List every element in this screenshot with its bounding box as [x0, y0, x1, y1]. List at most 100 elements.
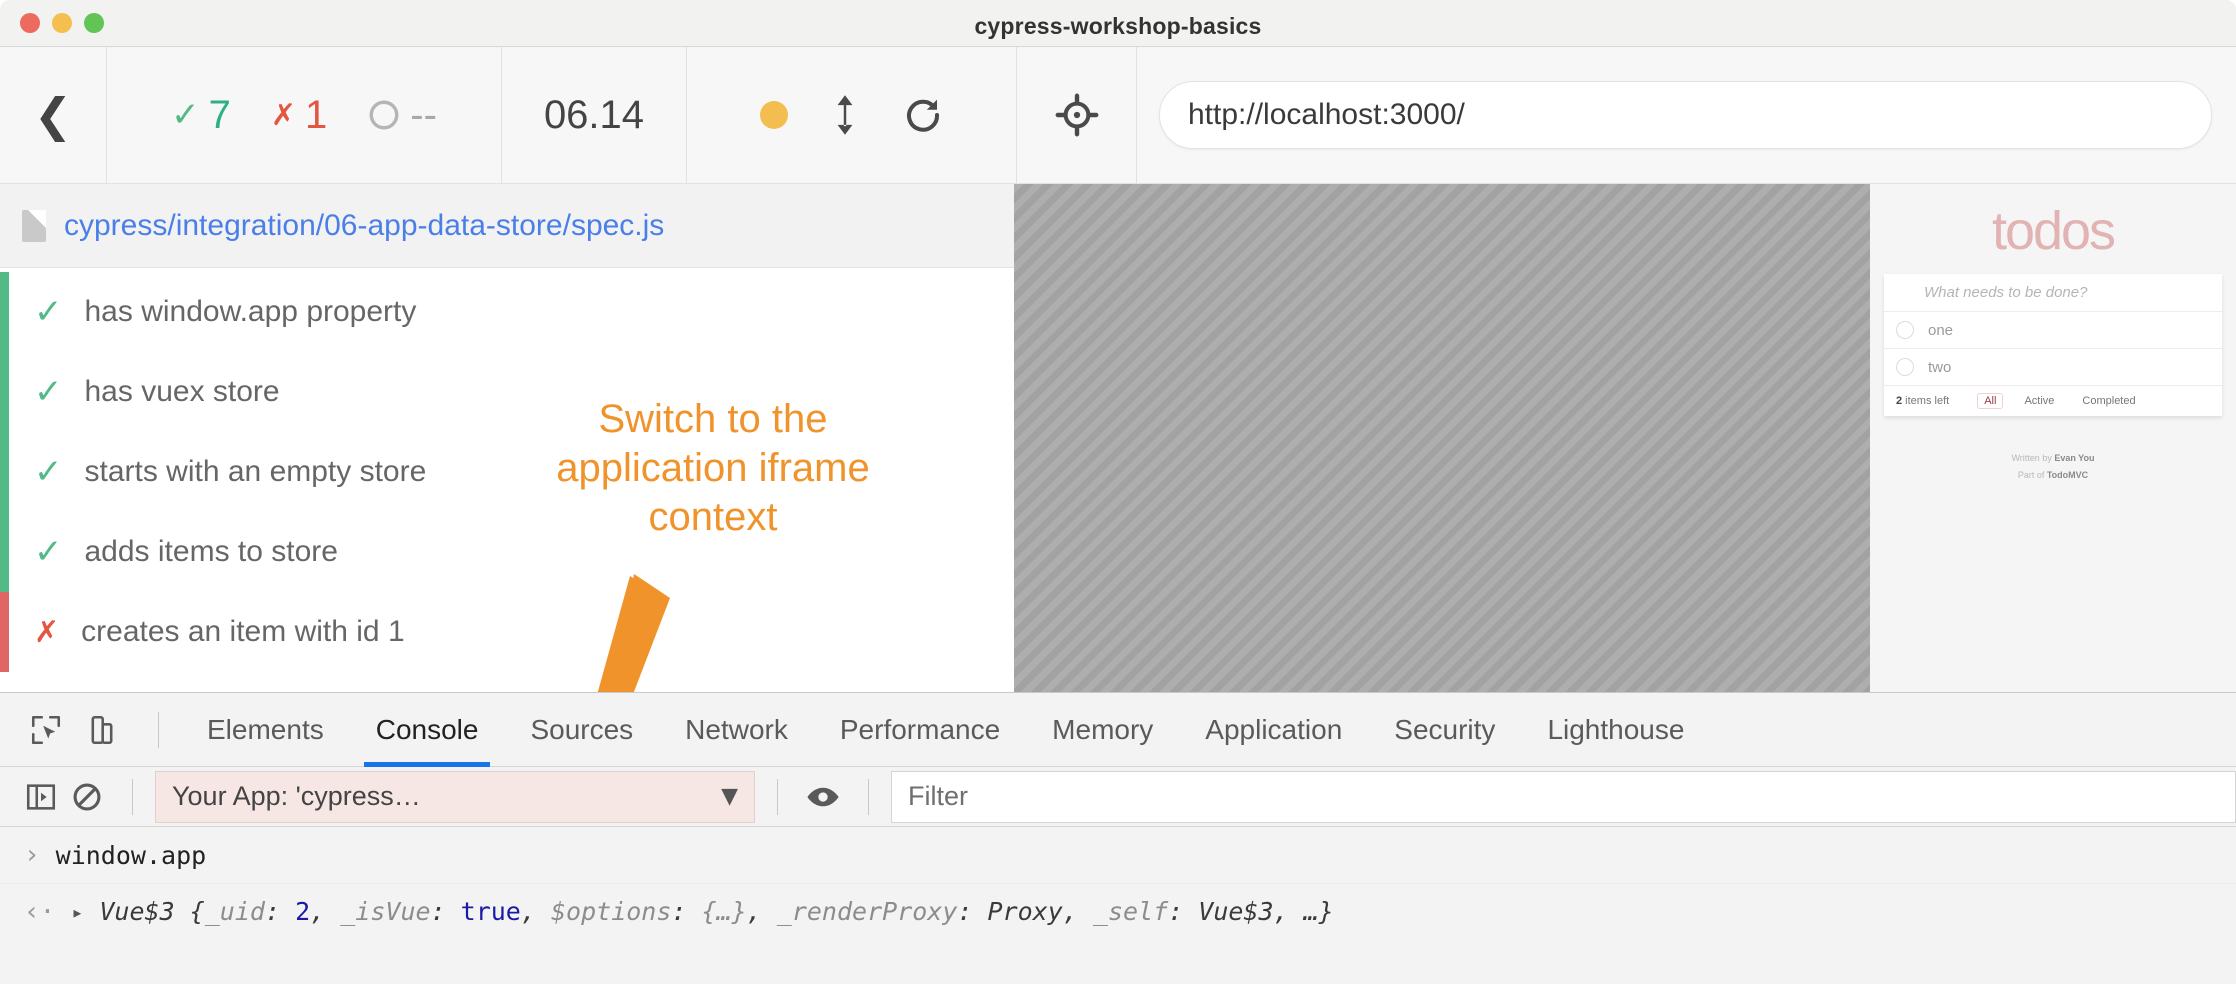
chevron-left-icon: ❮	[33, 88, 73, 142]
console-input-line[interactable]: › window.app	[0, 827, 2236, 883]
credit-written-by: Written by Evan You	[1870, 450, 2236, 467]
result-key-5: _self	[1092, 897, 1169, 926]
todo-count: 2 items left	[1896, 395, 1949, 407]
test-row[interactable]: ✓ has vuex store	[0, 352, 1014, 432]
result-key-3: $options	[550, 897, 672, 926]
vertical-arrows-icon[interactable]	[830, 94, 860, 136]
test-title: has window.app property	[84, 295, 417, 328]
spec-header[interactable]: cypress/integration/06-app-data-store/sp…	[0, 184, 1014, 268]
failed-stat: ✗ 1	[251, 93, 347, 138]
devtools-panel: Elements Console Sources Network Perform…	[0, 692, 2236, 984]
check-icon: ✓	[34, 372, 63, 412]
test-list: ✓ has window.app property ✓ has vuex sto…	[0, 268, 1014, 672]
run-timer: 06.14	[502, 47, 687, 183]
test-stats: ✓ 7 ✗ 1 --	[107, 47, 502, 183]
test-title: creates an item with id 1	[81, 615, 405, 648]
toggle-todo-checkbox[interactable]	[1896, 358, 1914, 376]
todo-list-item[interactable]: two	[1884, 349, 2222, 386]
result-val-1: 2	[295, 897, 311, 926]
back-to-tests-button[interactable]: ❮	[0, 47, 107, 183]
test-row[interactable]: ✓ adds items to store	[0, 512, 1014, 592]
reload-icon[interactable]	[902, 94, 944, 136]
window-title: cypress-workshop-basics	[974, 13, 1262, 39]
inspect-element-icon[interactable]	[24, 708, 68, 752]
tab-application[interactable]: Application	[1179, 693, 1368, 767]
console-result-value: Vue$3 {_uid: 2, _isVue: true, $options: …	[99, 897, 1334, 926]
tab-network[interactable]: Network	[659, 693, 814, 767]
console-context-value: Your App: 'cypress…	[172, 781, 421, 811]
credit-part-prefix: Part of	[2017, 470, 2047, 481]
credit-author-name: Evan You	[2054, 453, 2095, 463]
todos-heading: todos	[1991, 201, 2116, 261]
test-reporter-panel: cypress/integration/06-app-data-store/sp…	[0, 184, 1014, 692]
credit-written-prefix: Written by	[2011, 453, 2055, 463]
test-row[interactable]: ✗ creates an item with id 1	[0, 592, 1014, 672]
tab-sources[interactable]: Sources	[504, 693, 659, 767]
console-toolbar-divider-2	[777, 778, 778, 815]
filter-completed[interactable]: Completed	[2075, 393, 2142, 409]
passed-count: 7	[208, 92, 231, 137]
tab-elements[interactable]: Elements	[181, 693, 350, 767]
console-sidebar-icon[interactable]	[18, 774, 64, 820]
result-key-2: _isVue	[340, 897, 431, 926]
todomvc-app: todos What needs to be done? one two 2 i…	[1870, 184, 2236, 692]
console-output: › window.app ‹· ▸ Vue$3 {_uid: 2, _isVue…	[0, 827, 2236, 939]
failed-count: 1	[305, 92, 328, 137]
result-key-1: _uid	[204, 897, 265, 926]
console-toolbar: Your App: 'cypress… ▼ Filter	[0, 767, 2236, 827]
todo-filters: All Active Completed	[1977, 393, 2142, 409]
check-icon: ✓	[34, 452, 63, 492]
new-todo-input[interactable]: What needs to be done?	[1884, 274, 2222, 312]
result-val-5: Vue$3	[1198, 897, 1274, 926]
status-bar	[0, 272, 9, 352]
console-command: window.app	[55, 840, 207, 870]
orange-dot-icon[interactable]	[759, 101, 788, 129]
pending-stat: --	[347, 93, 457, 138]
url-bar-container: http://localhost:3000/	[1137, 47, 2236, 183]
status-bar	[0, 512, 9, 592]
result-val-2: true	[460, 897, 521, 926]
devtools-tab-bar: Elements Console Sources Network Perform…	[0, 693, 2236, 767]
todo-count-suffix: items left	[1902, 395, 1950, 407]
tab-performance[interactable]: Performance	[814, 693, 1026, 767]
todo-label: one	[1928, 321, 1954, 339]
test-row[interactable]: ✓ has window.app property	[0, 272, 1014, 352]
test-row[interactable]: ✓ starts with an empty store	[0, 432, 1014, 512]
check-icon: ✓	[171, 95, 200, 135]
test-title: starts with an empty store	[84, 455, 427, 488]
filter-all[interactable]: All	[1977, 393, 2004, 409]
result-open-brace: {	[174, 897, 205, 926]
filter-active[interactable]: Active	[2017, 393, 2061, 409]
tab-console[interactable]: Console	[350, 693, 505, 767]
window-title-bar: cypress-workshop-basics	[0, 0, 2236, 47]
crosshair-target-icon	[1055, 93, 1098, 137]
clear-console-icon[interactable]	[64, 774, 110, 820]
expand-object-icon[interactable]: ▸	[71, 900, 83, 924]
tab-security[interactable]: Security	[1368, 693, 1521, 767]
credit-project-name: TodoMVC	[2046, 470, 2089, 481]
spec-file-path[interactable]: cypress/integration/06-app-data-store/sp…	[64, 209, 664, 243]
test-title: has vuex store	[84, 375, 280, 408]
todo-list-item[interactable]: one	[1884, 312, 2222, 349]
result-constructor: Vue$3	[99, 897, 175, 926]
console-context-selector[interactable]: Your App: 'cypress… ▼	[155, 770, 755, 823]
todo-credits: Written by Evan You Part of TodoMVC	[1870, 450, 2236, 484]
check-icon: ✓	[34, 532, 63, 572]
todo-footer: 2 items left All Active Completed	[1884, 386, 2222, 416]
pending-count: --	[410, 92, 437, 137]
cross-icon: ✗	[34, 614, 60, 650]
test-title: adds items to store	[84, 535, 338, 568]
url-input[interactable]: http://localhost:3000/	[1159, 81, 2212, 149]
result-tail: , …}	[1273, 897, 1334, 926]
live-expression-eye-icon[interactable]	[800, 774, 846, 820]
device-toolbar-icon[interactable]	[80, 708, 124, 752]
status-bar	[0, 352, 9, 432]
console-toolbar-divider-3	[868, 778, 869, 815]
tab-lighthouse[interactable]: Lighthouse	[1521, 693, 1710, 767]
toggle-todo-checkbox[interactable]	[1896, 321, 1914, 339]
tab-memory[interactable]: Memory	[1026, 693, 1179, 767]
console-filter-input[interactable]: Filter	[891, 770, 2236, 823]
file-icon	[22, 209, 46, 242]
selector-playground-button[interactable]	[1017, 47, 1137, 183]
console-result-line[interactable]: ‹· ▸ Vue$3 {_uid: 2, _isVue: true, $opti…	[0, 883, 2236, 939]
